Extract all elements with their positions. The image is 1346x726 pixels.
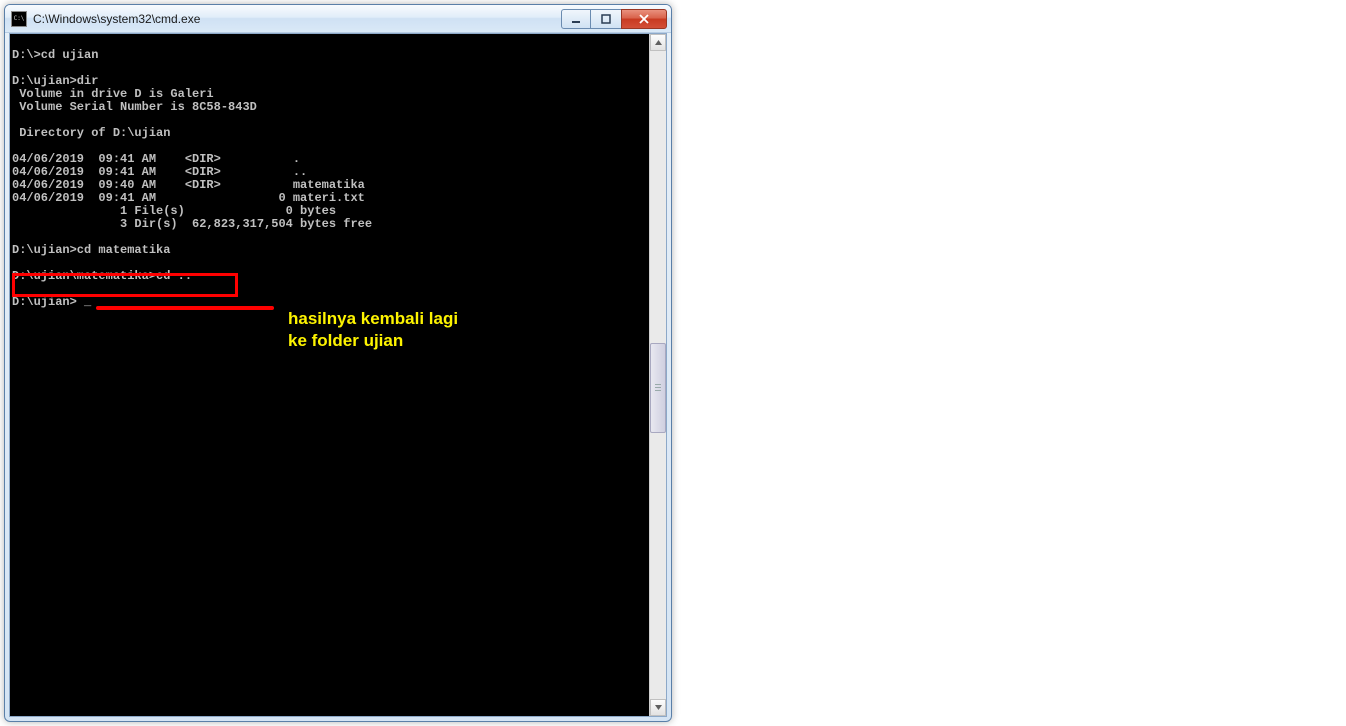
client-area: D:\>cd ujian D:\ujian>dir Volume in driv… <box>9 33 667 717</box>
scroll-up-button[interactable] <box>650 34 666 51</box>
cmd-window: C:\Windows\system32\cmd.exe D:\>cd ujian… <box>4 4 672 722</box>
annotation-text: hasilnya kembali lagi ke folder ujian <box>288 308 458 352</box>
window-title: C:\Windows\system32\cmd.exe <box>33 12 561 26</box>
annotation-line2: ke folder ujian <box>288 331 403 350</box>
maximize-button[interactable] <box>591 9 621 29</box>
scroll-down-button[interactable] <box>650 699 666 716</box>
cmd-icon <box>11 11 27 27</box>
minimize-button[interactable] <box>561 9 591 29</box>
vertical-scrollbar[interactable] <box>649 34 666 716</box>
close-button[interactable] <box>621 9 667 29</box>
scroll-track[interactable] <box>650 51 666 699</box>
annotation-line1: hasilnya kembali lagi <box>288 309 458 328</box>
titlebar[interactable]: C:\Windows\system32\cmd.exe <box>5 5 671 33</box>
highlight-box <box>12 273 238 297</box>
underline-annotation <box>96 306 274 310</box>
window-controls <box>561 9 667 29</box>
scroll-thumb[interactable] <box>650 343 666 433</box>
terminal-output[interactable]: D:\>cd ujian D:\ujian>dir Volume in driv… <box>10 34 649 716</box>
